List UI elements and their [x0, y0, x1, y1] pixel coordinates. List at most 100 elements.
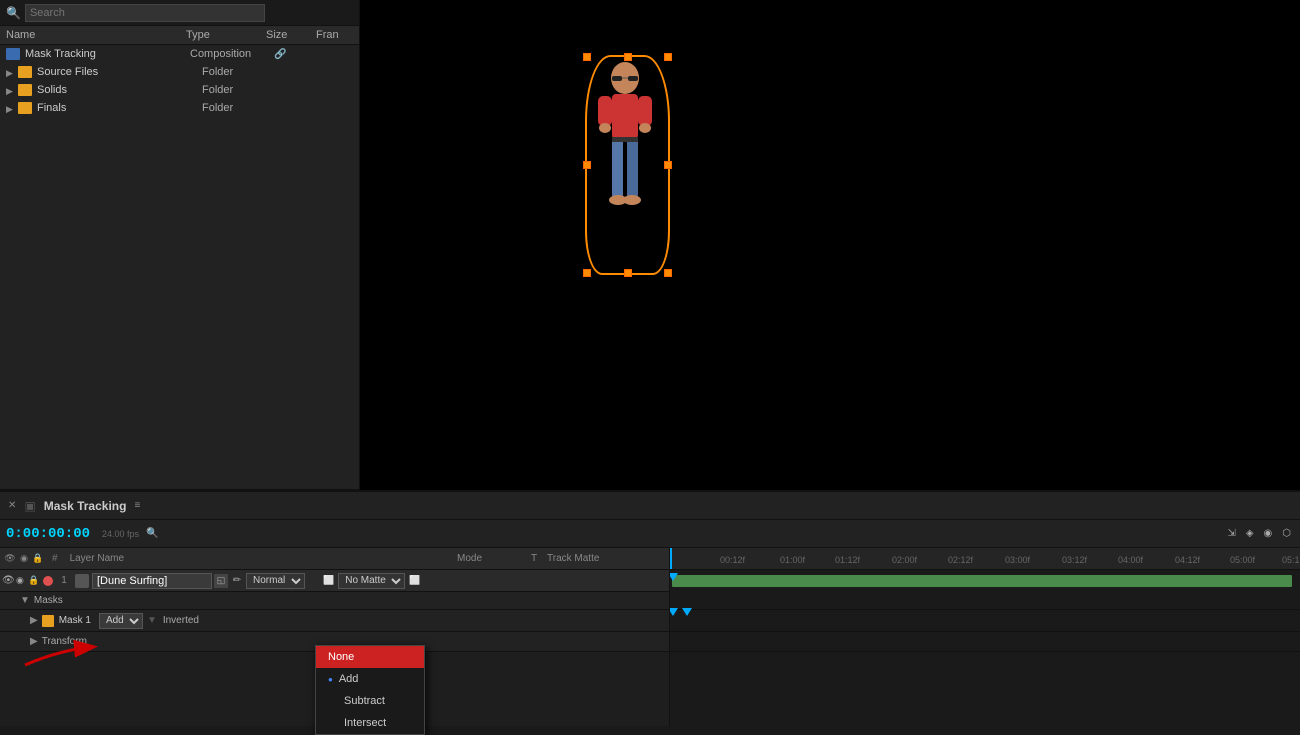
project-item-type: Folder: [202, 84, 282, 96]
ruler-mark-0312: 03:12f: [1062, 555, 1087, 565]
preview-canvas: [360, 0, 1300, 490]
timeline-title: Mask Tracking: [44, 499, 127, 513]
project-panel: 🔍 Name Type Size Fran Mask Tracking Comp…: [0, 0, 360, 490]
timeline-header: ✕ ▣ Mask Tracking ≡: [0, 492, 1300, 520]
mask1-row: ▶ Mask 1 Add ▼ Inverted: [0, 610, 669, 632]
menu-item-subtract[interactable]: Subtract: [316, 690, 424, 712]
project-item-type: Folder: [202, 66, 282, 78]
search-icon: 🔍: [6, 6, 21, 20]
timeline-ruler: 00:12f 01:00f 01:12f 02:00f 02:12f 03:00…: [670, 548, 1300, 726]
timeline-ctrl-1[interactable]: ⇲: [1224, 527, 1238, 540]
layer-area: 👁 ◉ 🔒 # Layer Name Mode T Track Matte 👁 …: [0, 548, 1300, 726]
menu-icon[interactable]: ≡: [134, 500, 140, 511]
masked-person: [585, 55, 670, 275]
layer-row[interactable]: 👁 ◉ 🔒 1 ◱ ✏ Normal ⬜ No Matte ⬜: [0, 570, 669, 592]
track-matte-col: Track Matte: [547, 553, 637, 564]
panel-icon: ▣: [24, 499, 35, 513]
expand-mask1-icon[interactable]: ▶: [30, 615, 38, 626]
folder-icon: [18, 66, 32, 78]
inverted-label: Inverted: [163, 615, 199, 626]
masks-row: ▼ Masks: [0, 592, 669, 610]
playhead[interactable]: [670, 548, 672, 569]
timecode[interactable]: 0:00:00:00: [6, 526, 90, 542]
person-figure: [590, 60, 660, 270]
project-item-type: Composition: [190, 48, 270, 60]
timeline-panel: ✕ ▣ Mask Tracking ≡ 0:00:00:00 24.00 fps…: [0, 490, 1300, 724]
handle-bottom-middle[interactable]: [624, 269, 632, 277]
project-columns: Name Type Size Fran: [0, 26, 359, 45]
search-bar: 🔍: [0, 0, 359, 26]
menu-item-none[interactable]: None: [316, 646, 424, 668]
handle-middle-right[interactable]: [664, 161, 672, 169]
ruler-mark-0400: 04:00f: [1118, 555, 1143, 565]
tl-mask1-row: [670, 610, 1300, 632]
ruler-mark-0200: 02:00f: [892, 555, 917, 565]
folder-icon: [18, 102, 32, 114]
timeline-ctrl-4[interactable]: ⬡: [1279, 527, 1294, 540]
project-item-name: Mask Tracking: [25, 48, 190, 60]
search-layers-btn[interactable]: 🔍: [143, 527, 161, 540]
hash-icon: #: [52, 553, 58, 564]
fps-label: 24.00 fps: [102, 529, 139, 539]
col-name-header: Name: [6, 29, 186, 41]
project-item-solids[interactable]: ▶ Solids Folder: [0, 81, 359, 99]
layer-number: 1: [56, 575, 72, 586]
layer-pen-btn[interactable]: ✏: [230, 574, 244, 588]
mask-mode-select[interactable]: Add: [99, 613, 143, 629]
preview-panel: [360, 0, 1300, 490]
ruler-mark-0012: 00:12f: [720, 555, 745, 565]
ruler-mark-0500: 05:00f: [1230, 555, 1255, 565]
project-item-name: Solids: [37, 84, 202, 96]
mode-dropdown[interactable]: Normal: [246, 573, 305, 589]
project-item-finals[interactable]: ▶ Finals Folder: [0, 99, 359, 117]
track-icon: ⬜: [323, 575, 334, 586]
ruler-mark-0112: 01:12f: [835, 555, 860, 565]
expand-icon: ▶: [6, 104, 14, 112]
dropdown-arrow: ▼: [147, 615, 157, 626]
comp-icon: [6, 48, 20, 60]
add-label: Add: [339, 673, 359, 685]
layer-icon-group: 👁 ◉ 🔒: [4, 553, 44, 565]
timeline-ctrl-3[interactable]: ◉: [1261, 527, 1276, 540]
ruler-mark-0212: 02:12f: [948, 555, 973, 565]
col-fran-header: Fran: [316, 29, 346, 41]
lock-col-icon: 🔒: [32, 553, 44, 565]
handle-bottom-right[interactable]: [664, 269, 672, 277]
expand-masks-icon[interactable]: ▼: [20, 595, 30, 606]
track-matte-dropdown[interactable]: No Matte: [338, 573, 405, 589]
lock-toggle[interactable]: 🔒: [28, 575, 40, 586]
mask-keyframe-2: [682, 608, 692, 616]
search-input[interactable]: [25, 4, 265, 22]
col-size-header: Size: [266, 29, 316, 41]
subtract-label: Subtract: [344, 695, 385, 707]
t-col: T: [531, 553, 543, 564]
project-item-type: Folder: [202, 102, 282, 114]
expand-icon: ▶: [6, 86, 14, 94]
layer-color-swatch[interactable]: [43, 576, 53, 586]
close-icon[interactable]: ✕: [8, 500, 16, 511]
col-type-header: Type: [186, 29, 266, 41]
layer-name-input[interactable]: [92, 573, 212, 589]
mask1-label: Mask 1: [59, 615, 91, 626]
expand-transform-icon[interactable]: ▶: [30, 636, 38, 647]
menu-item-intersect[interactable]: Intersect: [316, 712, 424, 734]
project-item-source-files[interactable]: ▶ Source Files Folder: [0, 63, 359, 81]
visibility-toggle[interactable]: 👁: [2, 575, 16, 586]
handle-top-right[interactable]: [664, 53, 672, 61]
timeline-ctrl-2[interactable]: ◈: [1243, 527, 1257, 540]
ruler-mark-0512: 05:1: [1282, 555, 1300, 565]
ruler-mark-0412: 04:12f: [1175, 555, 1200, 565]
layer-options-btn[interactable]: ◱: [214, 574, 228, 588]
tl-transform-row: [670, 632, 1300, 652]
menu-item-add[interactable]: Add: [316, 668, 424, 690]
tl-masks-row: [670, 592, 1300, 610]
mask1-color-icon: [42, 615, 54, 627]
none-label: None: [328, 651, 354, 663]
keyframe-marker: [670, 573, 678, 581]
solo-toggle[interactable]: ◉: [16, 575, 28, 586]
project-item-name: Source Files: [37, 66, 202, 78]
layer-name-col: Layer Name: [70, 553, 453, 564]
project-item-mask-tracking[interactable]: Mask Tracking Composition 🔗: [0, 45, 359, 63]
mask-keyframe-1: [670, 608, 678, 616]
handle-bottom-left[interactable]: [583, 269, 591, 277]
